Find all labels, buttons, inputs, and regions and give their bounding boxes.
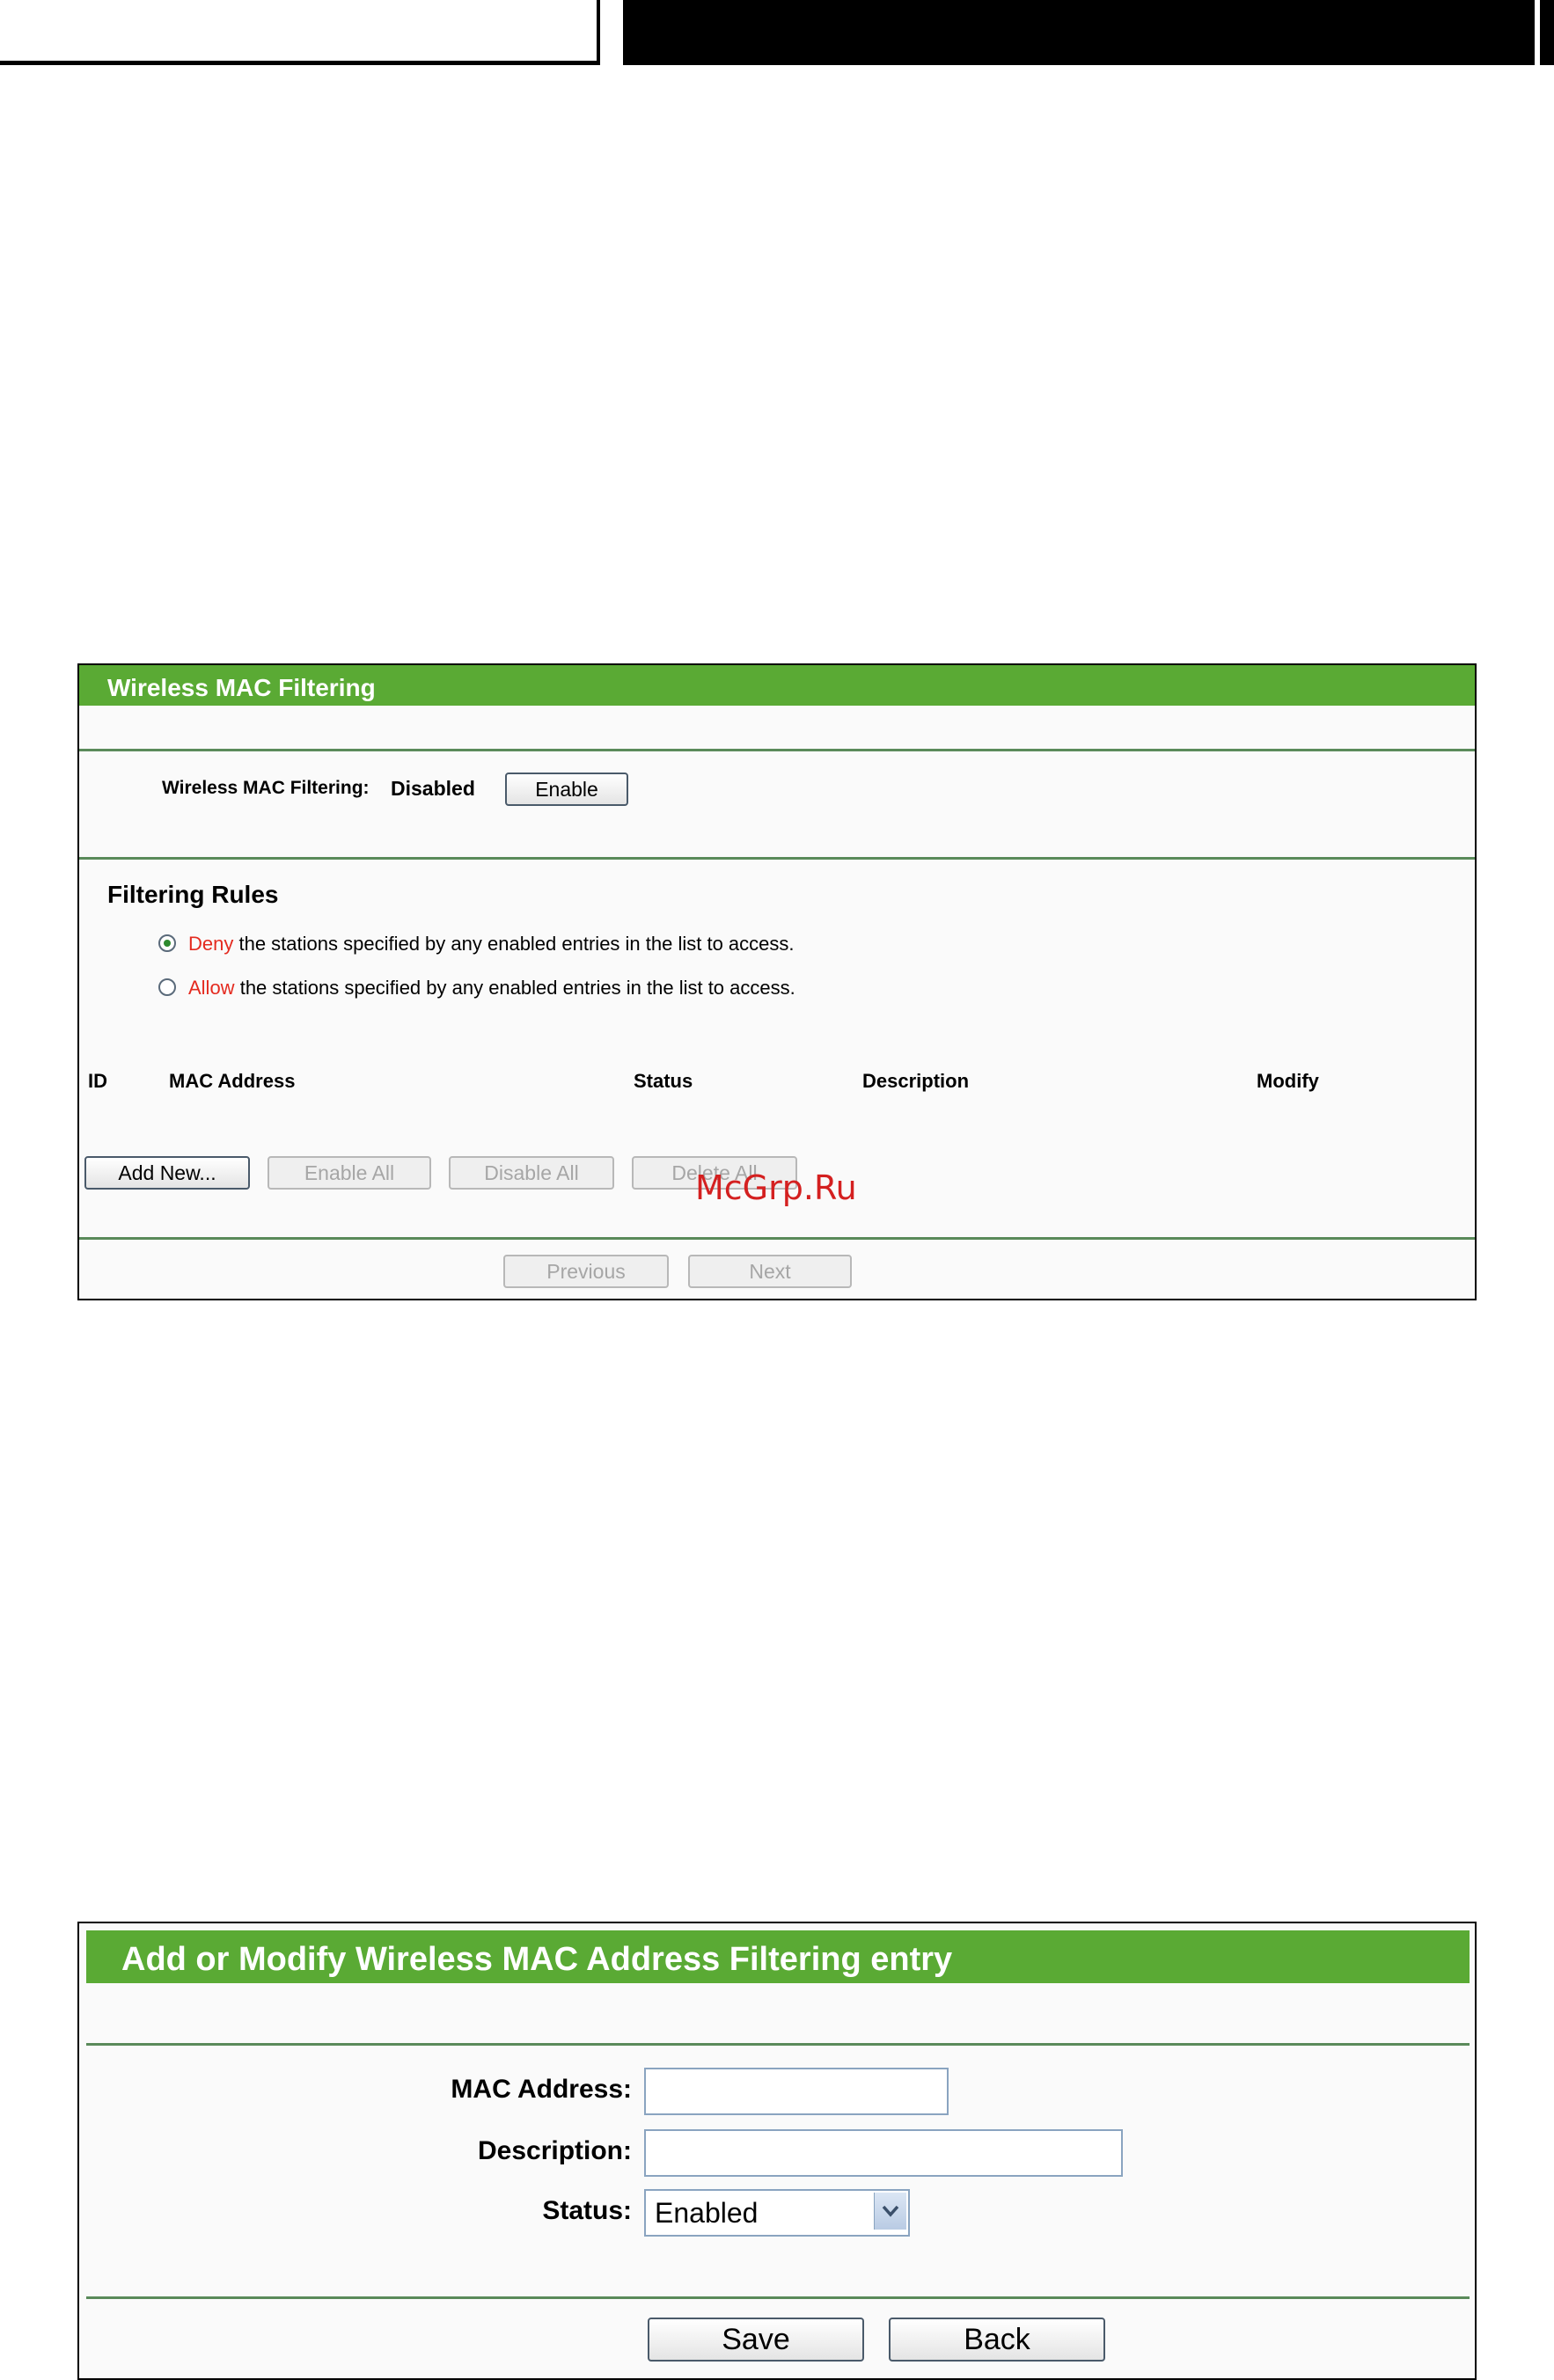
description-input[interactable] <box>644 2129 1123 2177</box>
enable-button[interactable]: Enable <box>505 773 628 806</box>
column-mac-address: MAC Address <box>169 1070 296 1092</box>
column-status: Status <box>634 1070 693 1092</box>
status-label: Status: <box>542 2196 632 2225</box>
divider <box>79 857 1475 860</box>
status-select[interactable]: Enabled <box>644 2189 910 2237</box>
allow-rule-text: Allow the stations specified by any enab… <box>188 977 795 1000</box>
add-modify-panel: Add or Modify Wireless MAC Address Filte… <box>77 1922 1477 2380</box>
filter-status: Disabled <box>391 777 475 800</box>
back-button[interactable]: Back <box>889 2318 1105 2362</box>
deny-keyword: Deny <box>188 933 234 955</box>
deny-rule-text: Deny the stations specified by any enabl… <box>188 933 795 956</box>
add-modify-header: Add or Modify Wireless MAC Address Filte… <box>86 1930 1470 1983</box>
header-black-bar <box>623 0 1535 65</box>
mac-address-input[interactable] <box>644 2068 949 2115</box>
divider <box>86 2043 1470 2046</box>
column-id: ID <box>88 1070 107 1092</box>
mac-filtering-title: Wireless MAC Filtering <box>107 674 376 701</box>
watermark: McGrp.Ru <box>695 1168 857 1207</box>
divider <box>86 2296 1470 2299</box>
status-selected-value: Enabled <box>655 2196 759 2229</box>
allow-radio[interactable] <box>158 978 176 996</box>
header-black-tip <box>1540 0 1554 65</box>
next-button[interactable]: Next <box>688 1255 852 1288</box>
divider <box>79 1237 1475 1240</box>
deny-description: the stations specified by any enabled en… <box>238 933 795 955</box>
header-left-box <box>0 0 600 65</box>
save-button[interactable]: Save <box>648 2318 864 2362</box>
filter-label: Wireless MAC Filtering: <box>162 778 370 798</box>
chevron-down-icon[interactable] <box>874 2193 906 2230</box>
deny-radio[interactable] <box>158 934 176 952</box>
filtering-rules-heading: Filtering Rules <box>107 881 279 908</box>
enable-all-button[interactable]: Enable All <box>268 1156 431 1190</box>
allow-keyword: Allow <box>188 977 235 999</box>
description-label: Description: <box>477 2136 632 2165</box>
disable-all-button[interactable]: Disable All <box>449 1156 614 1190</box>
allow-description: the stations specified by any enabled en… <box>239 977 795 999</box>
add-new-button[interactable]: Add New... <box>84 1156 250 1190</box>
column-modify: Modify <box>1257 1070 1319 1092</box>
mac-address-label: MAC Address: <box>451 2075 632 2104</box>
mac-filtering-header: Wireless MAC Filtering <box>79 665 1475 706</box>
radio-selected-dot <box>164 940 171 947</box>
add-modify-title: Add or Modify Wireless MAC Address Filte… <box>121 1941 953 1978</box>
previous-button[interactable]: Previous <box>503 1255 669 1288</box>
column-description: Description <box>862 1070 970 1092</box>
divider <box>79 749 1475 751</box>
